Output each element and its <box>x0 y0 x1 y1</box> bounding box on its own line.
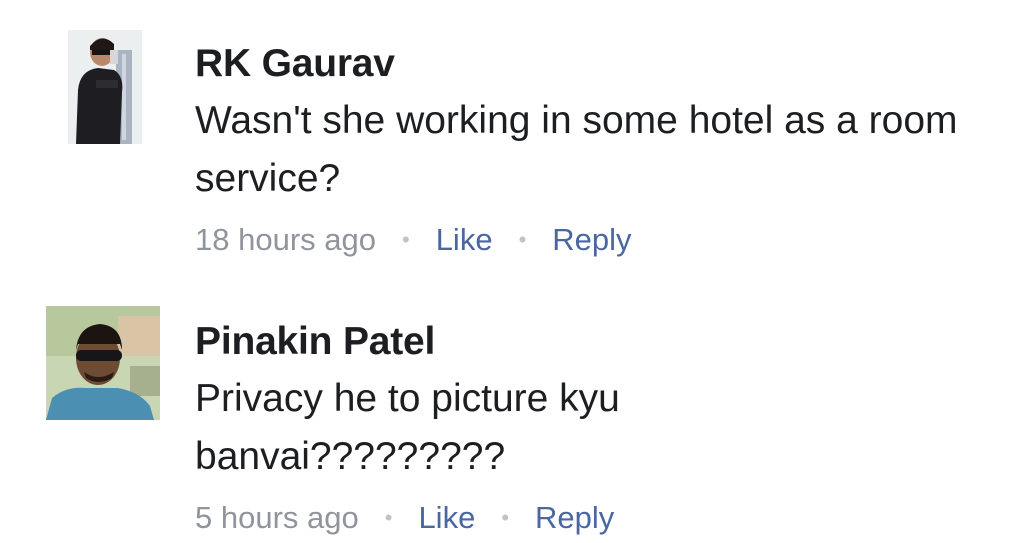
separator-dot: • <box>401 227 410 252</box>
reply-button[interactable]: Reply <box>552 218 631 262</box>
like-button[interactable]: Like <box>436 218 493 262</box>
like-button[interactable]: Like <box>418 496 475 540</box>
user-photo-icon <box>46 306 160 420</box>
comment-meta: 18 hours ago • Like • Reply <box>195 218 1004 262</box>
separator-dot: • <box>518 227 527 252</box>
comment-meta: 5 hours ago • Like • Reply <box>195 496 1004 540</box>
separator-dot: • <box>384 505 393 530</box>
separator-dot: • <box>501 505 510 530</box>
comment-text: Wasn't she working in some hotel as a ro… <box>195 99 958 200</box>
comment-timestamp[interactable]: 5 hours ago <box>195 496 359 540</box>
comment-author[interactable]: Pinakin Patel <box>195 316 1004 368</box>
comment-item: Pinakin Patel Privacy he to picture kyu … <box>0 290 1024 543</box>
avatar[interactable] <box>48 30 162 144</box>
comment-body: RK Gaurav Wasn't she working in some hot… <box>195 38 1004 262</box>
comment-body: Pinakin Patel Privacy he to picture kyu … <box>195 316 1004 540</box>
user-photo-icon <box>48 30 162 144</box>
avatar[interactable] <box>46 306 160 420</box>
comment-item: RK Gaurav Wasn't she working in some hot… <box>0 0 1024 275</box>
reply-button[interactable]: Reply <box>535 496 614 540</box>
comment-author[interactable]: RK Gaurav <box>195 38 1004 90</box>
comment-timestamp[interactable]: 18 hours ago <box>195 218 376 262</box>
comment-text: Privacy he to picture kyu banvai????????… <box>195 377 620 478</box>
